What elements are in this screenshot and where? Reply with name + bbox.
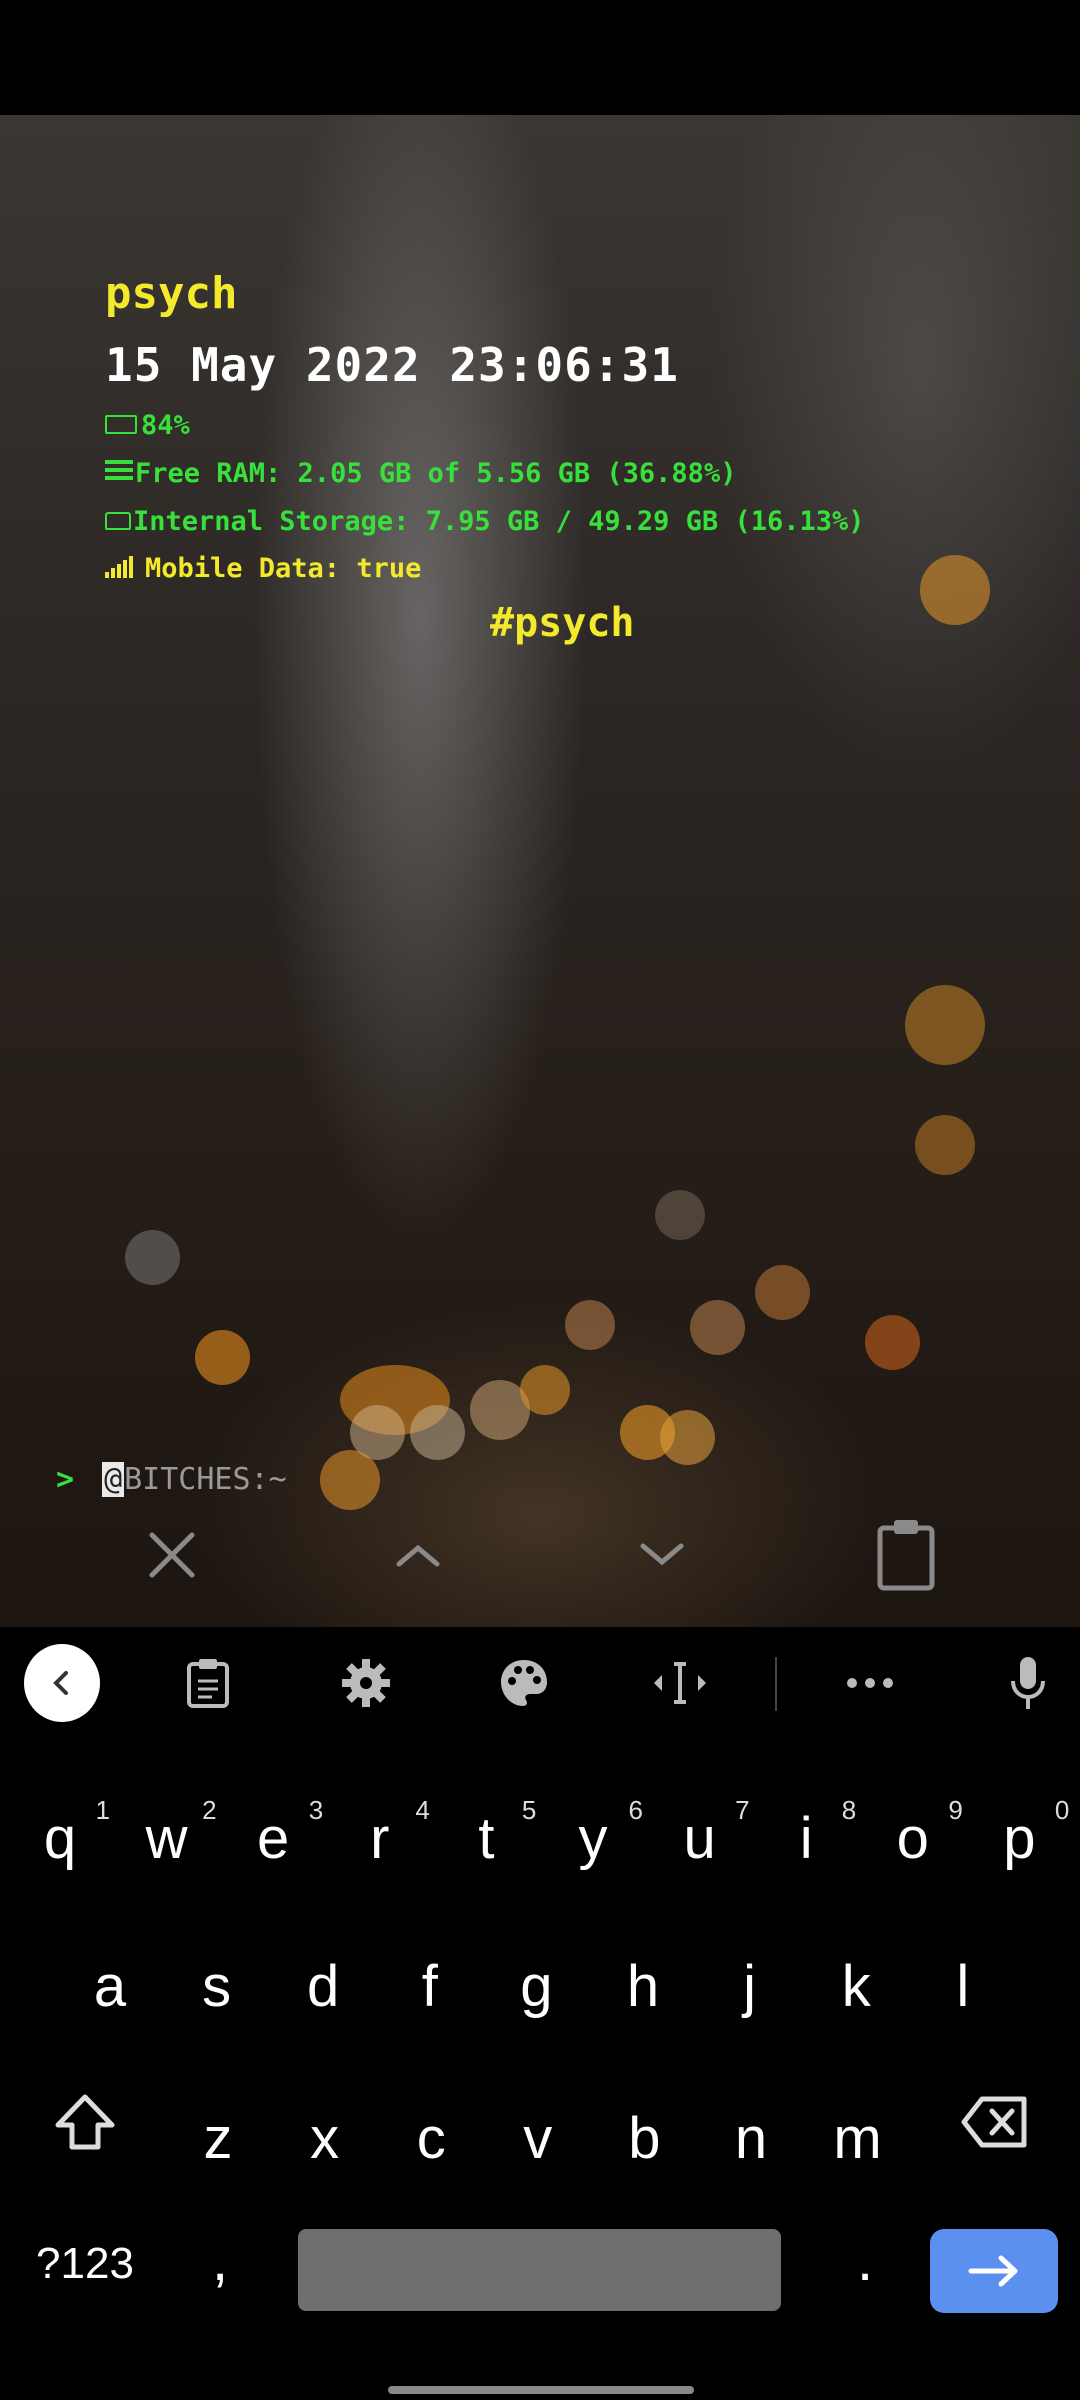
keyboard: q1w2e3r4t5y6u7i8o9p0 asdfghjkl zxcvbnm ?…: [0, 1627, 1080, 2400]
signal-icon: [105, 555, 133, 578]
key-o[interactable]: o9: [883, 1795, 963, 1872]
hud-username: psych: [105, 268, 238, 319]
symbols-key[interactable]: ?123: [30, 2239, 140, 2289]
key-label: i: [799, 1806, 813, 1871]
key-i[interactable]: i8: [776, 1795, 856, 1872]
keyboard-toolbar: [0, 1627, 1080, 1739]
clipboard-icon[interactable]: [170, 1645, 246, 1721]
key-hint: 5: [521, 1795, 537, 1825]
key-hint: 9: [948, 1795, 963, 1825]
key-e[interactable]: e3: [243, 1795, 323, 1872]
key-d[interactable]: d: [293, 1953, 353, 2020]
arrow-right-icon: [968, 2255, 1018, 2287]
key-f[interactable]: f: [400, 1953, 460, 2020]
key-w[interactable]: w2: [137, 1795, 217, 1872]
storage-icon: [105, 511, 131, 530]
key-j[interactable]: j: [720, 1953, 780, 2020]
backspace-key[interactable]: [960, 2087, 1030, 2157]
key-l[interactable]: l: [933, 1953, 993, 2020]
key-u[interactable]: u7: [670, 1795, 749, 1872]
hud-datetime: 15 May 2022 23:06:31: [105, 338, 679, 392]
close-icon[interactable]: [132, 1515, 212, 1595]
key-label: o: [896, 1806, 929, 1871]
key-p[interactable]: p0: [989, 1795, 1069, 1872]
key-x[interactable]: x: [295, 2105, 355, 2172]
palette-icon[interactable]: [486, 1645, 562, 1721]
gear-icon[interactable]: [328, 1645, 404, 1721]
hud-storage: Internal Storage: 7.95 GB / 49.29 GB (16…: [133, 506, 865, 537]
key-label: w: [145, 1806, 188, 1871]
key-label: e: [257, 1806, 290, 1871]
key-v[interactable]: v: [508, 2105, 568, 2172]
key-k[interactable]: k: [826, 1953, 886, 2020]
hud-mobile-data-line: Mobile Data: true: [105, 553, 421, 584]
key-r[interactable]: r4: [350, 1795, 430, 1872]
hud-storage-line: Internal Storage: 7.95 GB / 49.29 GB (16…: [105, 506, 865, 537]
key-y[interactable]: y6: [563, 1795, 644, 1872]
hud-battery: 84%: [141, 410, 190, 441]
command-input[interactable]: > @ BITCHES:~: [56, 1462, 287, 1497]
key-hint: 6: [628, 1795, 643, 1825]
key-hint: 1: [95, 1795, 110, 1825]
chevron-down-icon[interactable]: [622, 1515, 702, 1595]
key-hint: 3: [308, 1795, 324, 1825]
key-g[interactable]: g: [506, 1953, 566, 2020]
key-q[interactable]: q1: [30, 1795, 110, 1872]
key-h[interactable]: h: [613, 1953, 673, 2020]
key-label: y: [578, 1806, 608, 1871]
text-cursor: @: [102, 1462, 125, 1497]
key-a[interactable]: a: [80, 1953, 140, 2020]
memory-icon: [105, 459, 133, 484]
more-icon[interactable]: [832, 1645, 908, 1721]
enter-key[interactable]: [930, 2229, 1058, 2313]
key-z[interactable]: z: [188, 2105, 248, 2172]
key-s[interactable]: s: [187, 1953, 247, 2020]
key-c[interactable]: c: [401, 2105, 461, 2172]
hud-battery-line: 84%: [105, 410, 190, 441]
key-label: q: [43, 1806, 77, 1871]
comma-key[interactable]: ,: [200, 2227, 240, 2294]
key-b[interactable]: b: [614, 2105, 674, 2172]
key-label: p: [1003, 1806, 1036, 1871]
key-label: t: [478, 1806, 495, 1871]
key-hint: 7: [735, 1795, 750, 1825]
back-icon[interactable]: [24, 1644, 100, 1722]
hud-mobile-data: Mobile Data: true: [145, 553, 422, 584]
key-hint: 4: [415, 1795, 430, 1825]
period-key[interactable]: .: [845, 2227, 885, 2294]
status-bar: [0, 0, 1080, 115]
key-m[interactable]: m: [828, 2105, 888, 2172]
shift-key[interactable]: [50, 2087, 120, 2157]
microphone-icon[interactable]: [990, 1645, 1066, 1721]
terminal-tools: [0, 1515, 1080, 1595]
key-hint: 8: [841, 1795, 857, 1825]
chevron-up-icon[interactable]: [378, 1515, 458, 1595]
hud-ram: Free RAM: 2.05 GB of 5.56 GB (36.88%): [135, 458, 737, 489]
prompt-text: BITCHES:~: [124, 1462, 287, 1497]
hud-ram-line: Free RAM: 2.05 GB of 5.56 GB (36.88%): [105, 458, 736, 489]
key-label: r: [370, 1806, 390, 1871]
key-hint: 2: [202, 1795, 217, 1825]
key-t[interactable]: t5: [456, 1795, 536, 1872]
key-n[interactable]: n: [721, 2105, 781, 2172]
hud-hashtag: #psych: [490, 600, 635, 646]
battery-icon: [105, 415, 137, 434]
clipboard-icon[interactable]: [866, 1515, 946, 1595]
text-cursor-icon[interactable]: [642, 1645, 718, 1721]
prompt-caret: >: [56, 1462, 75, 1497]
home-indicator[interactable]: [388, 2386, 694, 2394]
space-key[interactable]: [298, 2229, 781, 2311]
key-hint: 0: [1054, 1795, 1070, 1825]
key-label: u: [683, 1806, 716, 1871]
toolbar-divider: [775, 1657, 777, 1711]
